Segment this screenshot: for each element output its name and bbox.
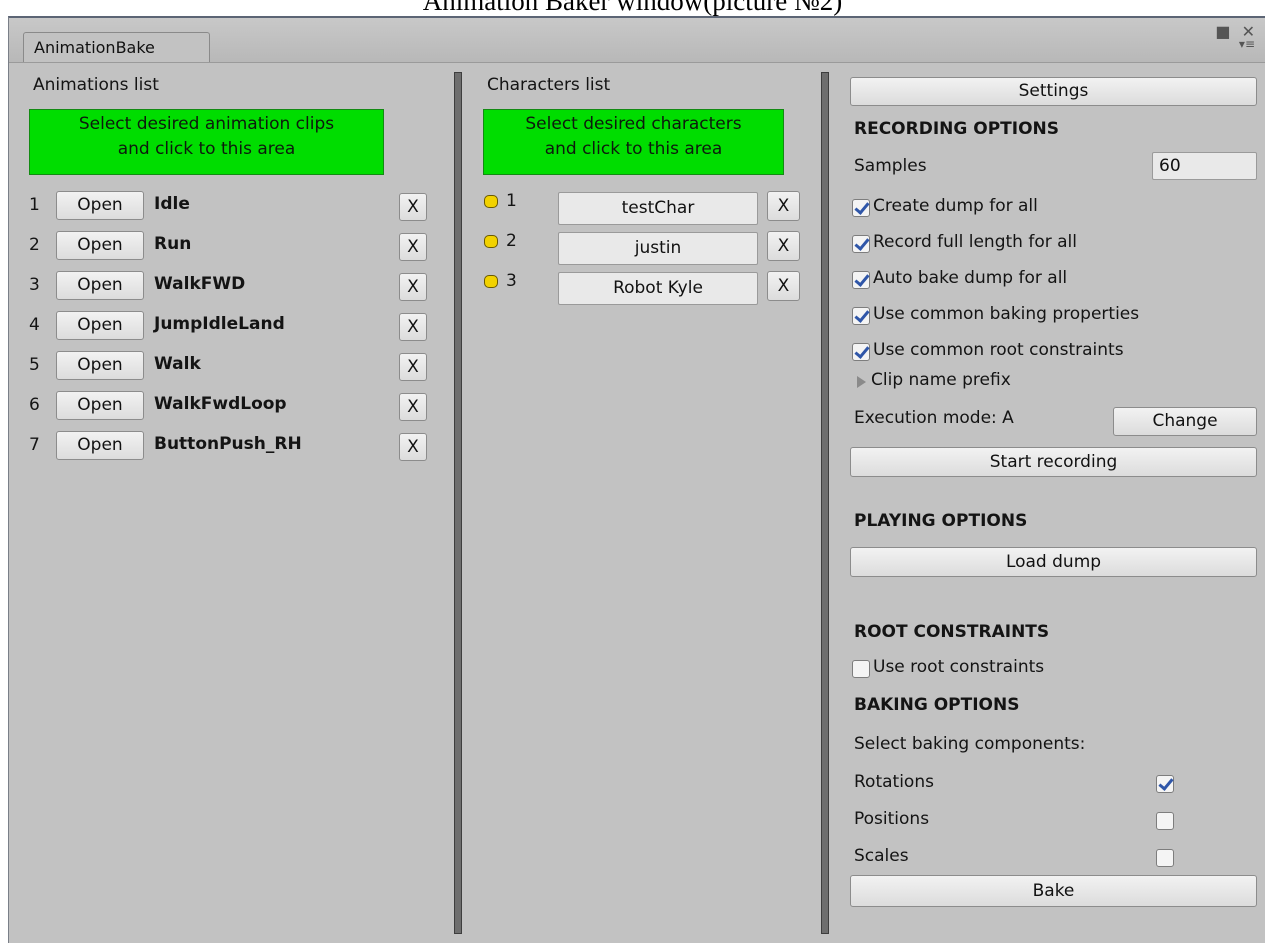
character-status-icon [484, 195, 498, 208]
animation-name: Walk [154, 354, 201, 374]
animation-index: 3 [29, 275, 40, 295]
remove-animation-button[interactable]: X [399, 353, 427, 381]
baking-component-label: Scales [854, 846, 909, 866]
change-mode-button[interactable]: Change [1113, 407, 1257, 436]
animation-index: 7 [29, 435, 40, 455]
recording-option-checkbox[interactable] [852, 199, 870, 217]
character-index: 2 [506, 231, 517, 251]
animation-name: Idle [154, 194, 190, 214]
execution-mode-label: Execution mode: A [854, 408, 1014, 428]
animations-list-header: Animations list [33, 75, 159, 95]
baking-component-label: Rotations [854, 772, 934, 792]
select-baking-components-label: Select baking components: [854, 734, 1086, 754]
remove-animation-button[interactable]: X [399, 193, 427, 221]
baking-component-label: Positions [854, 809, 930, 829]
animation-index: 6 [29, 395, 40, 415]
window-controls: ■ ✕ ▾≡ [1209, 22, 1255, 51]
open-animation-button[interactable]: Open [56, 311, 144, 340]
character-index: 1 [506, 191, 517, 211]
playing-options-header: PLAYING OPTIONS [854, 511, 1028, 531]
animations-drop-area[interactable]: Select desired animation clips and click… [29, 109, 384, 175]
splitter-right[interactable] [821, 72, 829, 934]
recording-option-checkbox[interactable] [852, 271, 870, 289]
maximize-icon[interactable]: ■ [1215, 22, 1230, 41]
samples-label: Samples [854, 156, 927, 176]
open-animation-button[interactable]: Open [56, 351, 144, 380]
character-field[interactable]: testChar [558, 192, 758, 225]
open-animation-button[interactable]: Open [56, 191, 144, 220]
recording-option-checkbox[interactable] [852, 307, 870, 325]
remove-animation-button[interactable]: X [399, 393, 427, 421]
remove-animation-button[interactable]: X [399, 433, 427, 461]
recording-option-label: Use common root constraints [873, 340, 1124, 360]
remove-character-button[interactable]: X [767, 231, 800, 261]
document-caption: Animation Baker window(picture №2) [422, 0, 843, 16]
recording-option-checkbox[interactable] [852, 343, 870, 361]
animation-index: 1 [29, 195, 40, 215]
animation-index: 4 [29, 315, 40, 335]
character-status-icon [484, 235, 498, 248]
remove-animation-button[interactable]: X [399, 233, 427, 261]
animation-name: JumpIdleLand [154, 314, 285, 334]
character-field[interactable]: justin [558, 232, 758, 265]
recording-option-checkbox[interactable] [852, 235, 870, 253]
remove-character-button[interactable]: X [767, 271, 800, 301]
remove-animation-button[interactable]: X [399, 273, 427, 301]
recording-option-label: Create dump for all [873, 196, 1038, 216]
root-constraints-header: ROOT CONSTRAINTS [854, 622, 1050, 642]
clip-name-prefix-foldout[interactable]: Clip name prefix [871, 370, 1011, 390]
characters-drop-text-2: and click to this area [544, 139, 723, 159]
character-index: 3 [506, 271, 517, 291]
animations-drop-text-2: and click to this area [117, 139, 296, 159]
load-dump-button[interactable]: Load dump [850, 547, 1257, 577]
animation-bake-window: AnimationBake ■ ✕ ▾≡ Animations list Sel… [8, 16, 1265, 943]
remove-character-button[interactable]: X [767, 191, 800, 221]
characters-drop-text-1: Select desired characters [525, 114, 742, 134]
open-animation-button[interactable]: Open [56, 231, 144, 260]
recording-option-label: Record full length for all [873, 232, 1077, 252]
use-root-constraints-checkbox[interactable] [852, 660, 870, 678]
recording-option-label: Auto bake dump for all [873, 268, 1068, 288]
animations-drop-text-1: Select desired animation clips [78, 114, 335, 134]
baking-component-checkbox[interactable] [1156, 775, 1174, 793]
characters-drop-area[interactable]: Select desired characters and click to t… [483, 109, 784, 175]
character-field[interactable]: Robot Kyle [558, 272, 758, 305]
splitter-left[interactable] [454, 72, 462, 934]
baking-options-header: BAKING OPTIONS [854, 695, 1020, 715]
character-status-icon [484, 275, 498, 288]
remove-animation-button[interactable]: X [399, 313, 427, 341]
animation-name: ButtonPush_RH [154, 434, 302, 454]
settings-button[interactable]: Settings [850, 77, 1257, 106]
use-root-constraints-label: Use root constraints [873, 657, 1045, 677]
window-titlebar: AnimationBake ■ ✕ ▾≡ [9, 18, 1265, 63]
bake-button[interactable]: Bake [850, 875, 1257, 907]
recording-option-label: Use common baking properties [873, 304, 1140, 324]
start-recording-button[interactable]: Start recording [850, 447, 1257, 477]
animation-index: 5 [29, 355, 40, 375]
animation-index: 2 [29, 235, 40, 255]
tab-animation-bake[interactable]: AnimationBake [23, 32, 210, 62]
recording-options-header: RECORDING OPTIONS [854, 119, 1060, 139]
open-animation-button[interactable]: Open [56, 431, 144, 460]
animation-name: Run [154, 234, 192, 254]
baking-component-checkbox[interactable] [1156, 849, 1174, 867]
expand-arrow-icon[interactable] [857, 376, 866, 388]
samples-input[interactable]: 60 [1152, 152, 1257, 180]
open-animation-button[interactable]: Open [56, 391, 144, 420]
open-animation-button[interactable]: Open [56, 271, 144, 300]
characters-list-header: Characters list [487, 75, 611, 95]
animation-name: WalkFWD [154, 274, 246, 294]
animation-name: WalkFwdLoop [154, 394, 287, 414]
baking-component-checkbox[interactable] [1156, 812, 1174, 830]
